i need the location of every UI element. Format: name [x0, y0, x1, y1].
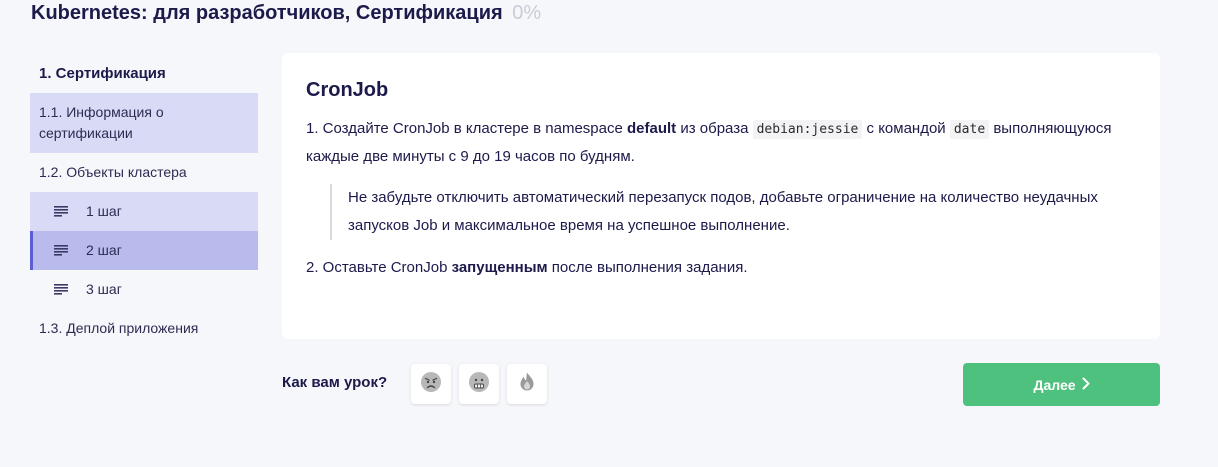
- text-lines-icon: [54, 206, 68, 217]
- sidebar: 1. Сертификация 1.1. Информация о сертиф…: [30, 54, 258, 348]
- lesson-title: CronJob: [306, 79, 389, 101]
- sidebar-step-label: 3 шаг: [86, 281, 122, 297]
- fire-icon: [516, 371, 538, 398]
- next-button-label: Далее: [1033, 376, 1076, 393]
- task-1-image-code: debian:jessie: [752, 120, 863, 139]
- task-1-namespace: default: [627, 120, 677, 137]
- sidebar-step-label: 2 шаг: [86, 242, 122, 258]
- task-2-prefix: 2. Оставьте CronJob: [306, 259, 452, 276]
- sidebar-section-title: 1. Сертификация: [39, 65, 166, 82]
- sidebar-item-certification-info[interactable]: 1.1. Информация о сертификации: [30, 93, 258, 153]
- task-1-command-code: date: [949, 120, 990, 139]
- rate-label: Как вам урок?: [282, 374, 388, 391]
- task-2: 2. Оставьте CronJob запущенным после вып…: [306, 254, 1136, 281]
- course-progress: 0%: [512, 2, 542, 24]
- sidebar-item-label: 1.2. Объекты кластера: [39, 164, 187, 180]
- task-2-suffix: после выполнения задания.: [547, 259, 748, 276]
- chevron-right-icon: [1082, 377, 1090, 393]
- task-1-mid: из образа: [676, 120, 753, 137]
- sidebar-item-app-deploy[interactable]: 1.3. Деплой приложения: [30, 309, 258, 348]
- task-1-prefix: 1. Создайте CronJob в кластере в namespa…: [306, 120, 627, 137]
- angry-face-icon: [420, 371, 442, 398]
- task-note: Не забудьте отключить автоматический пер…: [330, 184, 1136, 240]
- text-lines-icon: [54, 284, 68, 295]
- task-1: 1. Создайте CronJob в кластере в namespa…: [306, 115, 1136, 170]
- course-title-text: Kubernetes: для разработчиков, Сертифика…: [31, 2, 503, 24]
- rate-neutral-button[interactable]: [459, 364, 499, 404]
- rate-fire-button[interactable]: [507, 364, 547, 404]
- lesson-card: CronJob 1. Создайте CronJob в кластере в…: [282, 53, 1160, 339]
- sidebar-step-1[interactable]: 1 шаг: [30, 192, 258, 231]
- sidebar-step-3[interactable]: 3 шаг: [30, 270, 258, 309]
- sidebar-step-2[interactable]: 2 шаг: [30, 231, 258, 270]
- grimacing-face-icon: [468, 371, 490, 398]
- course-title: Kubernetes: для разработчиков, Сертифика…: [31, 1, 541, 25]
- next-button[interactable]: Далее: [963, 363, 1160, 406]
- sidebar-item-label: 1.1. Информация о сертификации: [39, 104, 164, 141]
- task-1-mid2: с командой: [862, 120, 950, 137]
- task-2-bold: запущенным: [451, 259, 548, 276]
- sidebar-item-label: 1.3. Деплой приложения: [39, 320, 199, 336]
- text-lines-icon: [54, 245, 68, 256]
- sidebar-item-cluster-objects[interactable]: 1.2. Объекты кластера: [30, 153, 258, 192]
- rate-angry-button[interactable]: [411, 364, 451, 404]
- sidebar-step-label: 1 шаг: [86, 203, 122, 219]
